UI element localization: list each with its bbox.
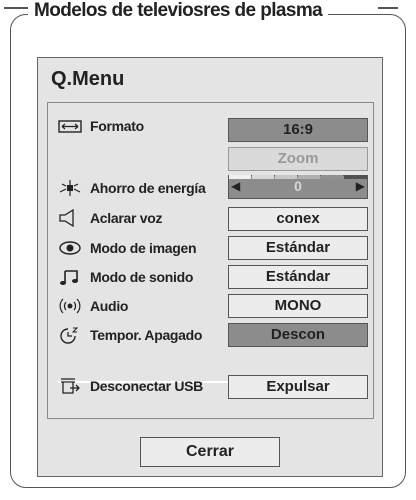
- picture-mode-icon: [58, 239, 84, 257]
- energy-saving-slider[interactable]: ◀ 0 ▶: [228, 175, 368, 199]
- row-tempor-apagado[interactable]: Tempor. Apagado: [58, 326, 202, 344]
- tempor-apagado-value[interactable]: Descon: [228, 323, 368, 347]
- row-usb-label: Desconectar USB: [90, 378, 203, 394]
- frame-corner-right: [378, 7, 398, 9]
- row-modo-sonido-label: Modo de sonido: [90, 269, 194, 285]
- clear-voice-icon: [58, 209, 84, 227]
- row-audio[interactable]: Audio: [58, 297, 128, 315]
- row-modo-imagen[interactable]: Modo de imagen: [58, 239, 197, 257]
- row-modo-sonido[interactable]: Modo de sonido: [58, 268, 193, 286]
- menu-items-box: Formato 16:9 Zoom Ahorro de energía ◀ 0 …: [47, 102, 374, 419]
- desconectar-usb-value[interactable]: Expulsar: [228, 375, 368, 399]
- energy-saving-icon: [58, 179, 84, 197]
- row-desconectar-usb[interactable]: Desconectar USB: [58, 377, 203, 395]
- row-aclarar-voz[interactable]: Aclarar voz: [58, 209, 162, 227]
- audio-value[interactable]: MONO: [228, 294, 368, 318]
- row-modo-imagen-label: Modo de imagen: [90, 240, 197, 256]
- modo-sonido-value[interactable]: Estándar: [228, 265, 368, 289]
- row-ahorro-label: Ahorro de energía: [90, 180, 206, 196]
- row-aclarar-label: Aclarar voz: [90, 210, 163, 226]
- row-formato[interactable]: Formato: [58, 117, 144, 135]
- close-button[interactable]: Cerrar: [140, 437, 280, 467]
- audio-icon: [58, 297, 84, 315]
- menu-title: Q.Menu: [51, 68, 125, 90]
- aclarar-voz-value[interactable]: conex: [228, 207, 368, 231]
- usb-eject-icon: [58, 377, 84, 395]
- energy-saving-value: 0: [294, 178, 302, 194]
- row-tempor-label: Tempor. Apagado: [90, 327, 203, 343]
- formato-value[interactable]: 16:9: [228, 118, 368, 142]
- page-heading: Modelos de televiosres de plasma: [28, 0, 329, 22]
- modo-imagen-value[interactable]: Estándar: [228, 236, 368, 260]
- row-audio-label: Audio: [90, 298, 129, 314]
- row-formato-label: Formato: [90, 118, 144, 134]
- sleep-timer-icon: [58, 326, 84, 344]
- music-note-icon: [58, 268, 84, 286]
- row-ahorro-energia[interactable]: Ahorro de energía: [58, 179, 206, 197]
- q-menu-panel: Q.Menu Formato 16:9 Zoom Ahorro de energ…: [37, 57, 383, 477]
- aspect-ratio-icon: [58, 117, 84, 135]
- zoom-value[interactable]: Zoom: [228, 147, 368, 171]
- slider-right-arrow[interactable]: ▶: [356, 179, 365, 193]
